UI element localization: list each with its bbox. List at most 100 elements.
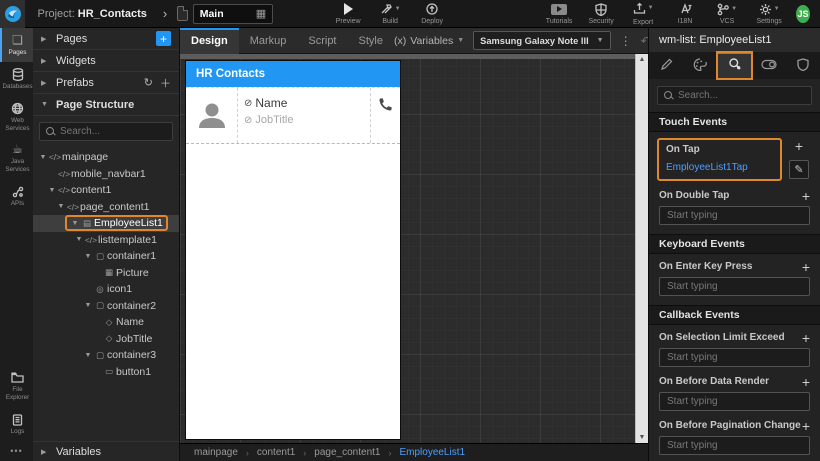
page-selector-dropdown[interactable]: Main ▦ (193, 4, 273, 24)
structure-search[interactable] (39, 122, 173, 141)
i18n-button[interactable]: I18N (669, 3, 701, 25)
deploy-button[interactable]: Deploy (416, 3, 448, 25)
properties-tab-properties-pencil[interactable] (649, 52, 683, 79)
breadcrumb-separator-icon: › (388, 448, 391, 458)
rail-item-java-services[interactable]: ☕ Java Services (0, 137, 33, 179)
events-search-input[interactable] (678, 90, 805, 101)
scroll-down-icon[interactable]: ▼ (639, 434, 646, 441)
caret-right-icon: ▶ (41, 79, 49, 87)
more-options-icon[interactable]: ⋮ (620, 34, 632, 48)
user-avatar[interactable]: JS (796, 5, 810, 23)
event-handler-input[interactable] (659, 206, 810, 225)
tree-node-mainpage[interactable]: ▼</>mainpage (33, 149, 179, 166)
tree-node-container1[interactable]: ▼▢container1 (33, 248, 179, 265)
rail-item-logs[interactable]: Logs (0, 407, 33, 441)
tab-markup[interactable]: Markup (239, 28, 298, 54)
name-widget[interactable]: ⊘ Name (244, 96, 364, 110)
caret-down-icon: ▼ (395, 6, 401, 12)
preview-button[interactable]: Preview (332, 3, 364, 25)
event-handler-input[interactable] (659, 392, 810, 411)
ellipsis-icon[interactable]: ••• (0, 441, 33, 461)
tree-node-container3[interactable]: ▼▢container3 (33, 347, 179, 364)
breadcrumb-item-page_content1[interactable]: page_content1 (314, 447, 380, 458)
grid-view-icon[interactable]: ▦ (256, 7, 266, 20)
caret-down-icon[interactable]: ▼ (70, 220, 80, 227)
add-prefab-button[interactable]: ＋ (160, 75, 171, 91)
picture-widget[interactable] (186, 88, 238, 143)
add-event-icon[interactable]: + (802, 421, 810, 431)
build-button[interactable]: ▼ Build (374, 3, 406, 25)
add-event-icon[interactable]: + (802, 377, 810, 387)
rail-item-pages[interactable]: ❏ Pages (0, 28, 33, 62)
caret-down-icon[interactable]: ▼ (56, 203, 66, 210)
properties-tab-toggle[interactable] (752, 52, 786, 79)
variables-dropdown[interactable]: (x) Variables ▼ (394, 35, 464, 47)
refresh-icon[interactable]: ↻ (144, 76, 153, 89)
call-button-widget[interactable] (370, 88, 400, 143)
settings-button[interactable]: ▼ Settings (753, 3, 785, 25)
edit-script-button[interactable]: ✎ (789, 160, 809, 179)
tab-style[interactable]: Style (348, 28, 394, 54)
canvas-scrollbar[interactable]: ▲ ▼ (635, 54, 648, 443)
panel-section-pages[interactable]: ▶ Pages + (33, 28, 179, 50)
caret-down-icon[interactable]: ▼ (47, 187, 57, 194)
export-button[interactable]: ▼ Export (627, 2, 659, 26)
scroll-up-icon[interactable]: ▲ (639, 56, 646, 63)
caret-down-icon[interactable]: ▼ (83, 352, 93, 359)
tree-node-button1[interactable]: ▭button1 (33, 364, 179, 381)
events-search[interactable] (657, 86, 812, 105)
caret-down-icon[interactable]: ▼ (74, 236, 84, 243)
design-canvas[interactable]: HR Contacts ⊘ Name (180, 54, 648, 443)
rail-item-file-explorer[interactable]: File Explorer (0, 365, 33, 407)
tab-design[interactable]: Design (180, 28, 239, 54)
tree-node-jobtitle[interactable]: ◇JobTitle (33, 331, 179, 348)
tree-node-mobile_navbar1[interactable]: </>mobile_navbar1 (33, 166, 179, 183)
event-handler-link[interactable]: EmployeeList1Tap (666, 162, 773, 173)
chevron-right-icon[interactable]: › (163, 6, 167, 21)
caret-down-icon[interactable]: ▼ (38, 154, 48, 161)
vcs-button[interactable]: ▼ VCS (711, 3, 743, 25)
panel-section-widgets[interactable]: ▶ Widgets (33, 50, 179, 72)
properties-tab-security-shield[interactable] (786, 52, 820, 79)
jobtitle-widget[interactable]: ⊘ JobTitle (244, 114, 364, 126)
event-handler-input[interactable] (659, 348, 810, 367)
event-handler-input[interactable] (659, 436, 810, 455)
list-item-template[interactable]: ⊘ Name ⊘ JobTitle (186, 87, 400, 144)
tree-node-name[interactable]: ◇Name (33, 314, 179, 331)
event-handler-input[interactable] (659, 277, 810, 296)
tree-node-employeelist1[interactable]: ▼▤EmployeeList1 (33, 215, 179, 232)
add-event-icon[interactable]: + (795, 141, 803, 151)
caret-down-icon[interactable]: ▼ (83, 253, 93, 260)
tree-node-container2[interactable]: ▼▢container2 (33, 298, 179, 315)
breadcrumb-item-mainpage[interactable]: mainpage (194, 447, 238, 458)
tree-node-content1[interactable]: ▼</>content1 (33, 182, 179, 199)
add-page-button[interactable]: + (156, 31, 171, 46)
device-selector[interactable]: Samsung Galaxy Note III ▼ (473, 31, 610, 50)
tree-node-page_content1[interactable]: ▼</>page_content1 (33, 199, 179, 216)
structure-search-input[interactable] (60, 126, 166, 137)
tab-script[interactable]: Script (297, 28, 347, 54)
breadcrumb-item-employeelist1[interactable]: EmployeeList1 (399, 447, 465, 458)
panel-section-page-structure[interactable]: ▼ Page Structure (33, 94, 179, 116)
rail-item-databases[interactable]: Databases (0, 62, 33, 96)
properties-tab-events[interactable] (717, 52, 751, 79)
add-event-icon[interactable]: + (802, 262, 810, 272)
app-logo[interactable] (0, 0, 25, 28)
breadcrumb-item-content1[interactable]: content1 (257, 447, 295, 458)
rail-item-apis[interactable]: APIs (0, 179, 33, 213)
rail-item-web-services[interactable]: Web Services (0, 96, 33, 138)
tree-node-icon1[interactable]: ◎icon1 (33, 281, 179, 298)
tree-node-listtemplate1[interactable]: ▼</>listtemplate1 (33, 232, 179, 249)
device-preview[interactable]: HR Contacts ⊘ Name (186, 61, 400, 439)
list-item-content[interactable]: ⊘ Name ⊘ JobTitle (238, 88, 370, 143)
add-event-icon[interactable]: + (802, 333, 810, 343)
tree-node-picture[interactable]: ▦Picture (33, 265, 179, 282)
mobile-navbar[interactable]: HR Contacts (186, 61, 400, 87)
tutorials-button[interactable]: Tutorials (543, 3, 575, 25)
variables-section[interactable]: ▶ Variables (33, 441, 179, 461)
properties-tab-styles-palette[interactable] (683, 52, 717, 79)
panel-section-prefabs[interactable]: ▶ Prefabs ↻ ＋ (33, 72, 179, 94)
add-event-icon[interactable]: + (802, 191, 810, 201)
caret-down-icon[interactable]: ▼ (83, 302, 93, 309)
security-button[interactable]: Security (585, 3, 617, 25)
